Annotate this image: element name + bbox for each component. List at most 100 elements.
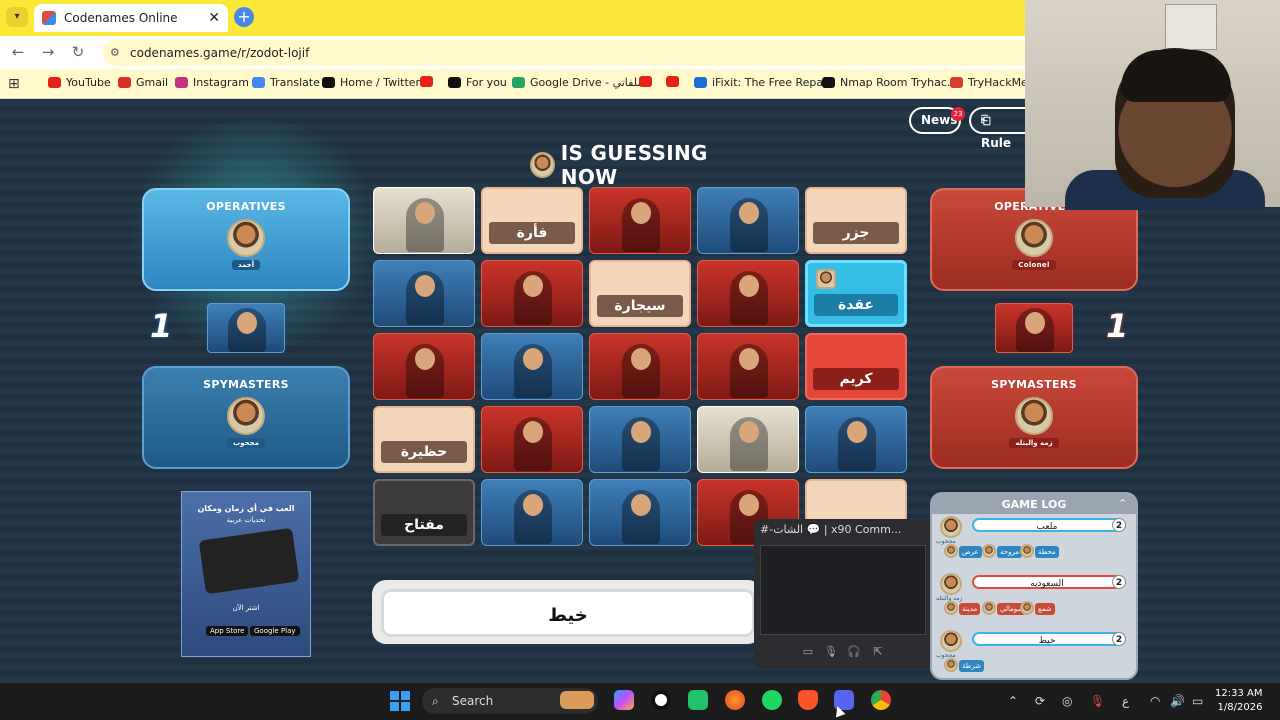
ad-banner[interactable]: العب في أي زمان ومكان تحديات عربية اشتر … (181, 491, 311, 657)
board-card[interactable] (481, 260, 583, 327)
blue-operative-avatar[interactable] (227, 219, 265, 257)
board-card[interactable] (481, 406, 583, 473)
log-guesser-avatar (944, 601, 958, 615)
bookmark-icon: ⎗ (981, 113, 991, 127)
bookmark-label: Gmail (136, 76, 169, 89)
bookmark-item[interactable]: TryHackMe | (950, 76, 1035, 89)
ad-subline: تحديات عربية (226, 516, 266, 524)
board-card[interactable] (697, 406, 799, 473)
board-card[interactable] (589, 406, 691, 473)
copilot-icon[interactable] (614, 690, 634, 710)
bookmark-item[interactable]: For you (448, 76, 507, 89)
log-spymaster-avatar (940, 516, 962, 538)
board-card[interactable] (697, 260, 799, 327)
board-card[interactable] (481, 333, 583, 400)
board-card[interactable]: جزر (805, 187, 907, 254)
agent-figure (622, 198, 660, 252)
site-info-icon[interactable]: ⚙ (110, 46, 124, 60)
app-store-badge[interactable]: App Store (206, 626, 249, 636)
board-card[interactable]: مفتاح (373, 479, 475, 546)
bookmark-item[interactable]: Gmail (118, 76, 168, 89)
bookmark-item[interactable]: iFixit: The Free Repa... (694, 76, 834, 89)
sync-icon[interactable]: ⟳ (1035, 694, 1045, 708)
discord-stream-preview[interactable] (760, 545, 926, 635)
language-indicator[interactable]: ع (1122, 694, 1129, 708)
reload-icon[interactable]: ↻ (68, 42, 88, 62)
microphone-icon[interactable]: 🎙 (823, 645, 839, 659)
bookmark-item[interactable]: Translate (252, 76, 320, 89)
red-spymaster-name: زمه والبتله (1009, 438, 1059, 448)
spotify-icon[interactable] (762, 690, 782, 710)
volume-icon[interactable]: 🔊 (1170, 694, 1185, 708)
board-card[interactable]: عقدة (805, 260, 907, 327)
blue-spymaster-avatar[interactable] (227, 397, 265, 435)
bookmark-favicon-icon (694, 77, 707, 88)
bookmark-item[interactable]: Nmap Room Tryhac... (822, 76, 957, 89)
bookmark-item[interactable]: YouTube (48, 76, 111, 89)
bookmark-favicon-icon (118, 77, 131, 88)
board-card[interactable] (589, 333, 691, 400)
bookmark-item[interactable] (420, 76, 438, 87)
obs-icon[interactable] (651, 690, 671, 710)
address-bar[interactable]: codenames.game/r/zodot-lojif (102, 40, 1032, 66)
app-icon[interactable] (688, 690, 708, 710)
new-tab-button[interactable]: + (234, 7, 254, 27)
bookmark-item[interactable] (666, 76, 684, 87)
agent-figure (514, 417, 552, 471)
board-card[interactable] (481, 479, 583, 546)
windows-start-icon[interactable] (390, 691, 410, 711)
disconnect-icon[interactable]: ⇱ (870, 645, 886, 659)
board-card[interactable]: حظيرة (373, 406, 475, 473)
red-operative-avatar[interactable] (1015, 219, 1053, 257)
bookmark-item[interactable]: Home / Twitter (322, 76, 420, 89)
tray-chevron-icon[interactable]: ⌃ (1008, 694, 1018, 708)
wifi-icon[interactable]: ◠ (1150, 694, 1160, 708)
tab-close-icon[interactable]: ✕ (208, 10, 220, 26)
bookmark-favicon-icon (252, 77, 265, 88)
battery-icon[interactable]: ▭ (1192, 694, 1203, 708)
board-card[interactable]: فأرة (481, 187, 583, 254)
system-clock[interactable]: 12:33 AM 1/8/2026 (1215, 687, 1262, 715)
back-icon[interactable]: ← (8, 42, 28, 62)
tray-app-icon[interactable]: ◎ (1062, 694, 1072, 708)
log-guess-word: مروحة (997, 546, 1023, 558)
agent-figure (622, 490, 660, 544)
bookmark-item[interactable]: Instagram (175, 76, 249, 89)
board-card[interactable] (373, 260, 475, 327)
bookmark-favicon-icon (420, 76, 433, 87)
board-card[interactable] (373, 333, 475, 400)
bookmark-label: Instagram (193, 76, 249, 89)
brave-icon[interactable] (798, 690, 818, 710)
board-card[interactable] (373, 187, 475, 254)
mic-icon[interactable]: 🎙 (1090, 694, 1105, 708)
tab-search-button[interactable]: ▾ (6, 7, 28, 27)
red-spymaster-avatar[interactable] (1015, 397, 1053, 435)
agent-figure (730, 417, 768, 471)
log-clue: السعوديه (972, 575, 1122, 589)
log-spymaster-avatar (940, 573, 962, 595)
bookmark-favicon-icon (322, 77, 335, 88)
apps-grid-icon[interactable]: ⊞ (8, 76, 24, 92)
agent-figure (514, 271, 552, 325)
blue-operatives-title: OPERATIVES (206, 200, 286, 213)
firefox-icon[interactable] (725, 690, 745, 710)
board-card[interactable]: سيجارة (589, 260, 691, 327)
google-play-badge[interactable]: Google Play (250, 626, 300, 636)
board-card[interactable] (805, 406, 907, 473)
board-card[interactable] (697, 333, 799, 400)
browser-tab[interactable]: Codenames Online ✕ (34, 4, 228, 32)
headphones-icon[interactable]: 🎧 (846, 645, 862, 659)
game-log-title: GAME LOG (1001, 498, 1067, 511)
rules-button[interactable]: ⎗ Rule (969, 107, 1031, 150)
bookmark-item[interactable]: Google Drive - ملفاتي (512, 76, 643, 89)
blue-operative-name: أحمد (231, 260, 261, 270)
board-card[interactable] (589, 187, 691, 254)
board-card[interactable] (589, 479, 691, 546)
bookmark-item[interactable] (639, 76, 657, 87)
board-card[interactable]: كريم (805, 333, 907, 400)
collapse-icon[interactable]: ⌃ (1118, 497, 1127, 510)
video-icon[interactable]: ▭ (800, 645, 816, 659)
forward-icon[interactable]: → (38, 42, 58, 62)
chrome-icon[interactable] (871, 690, 891, 710)
board-card[interactable] (697, 187, 799, 254)
